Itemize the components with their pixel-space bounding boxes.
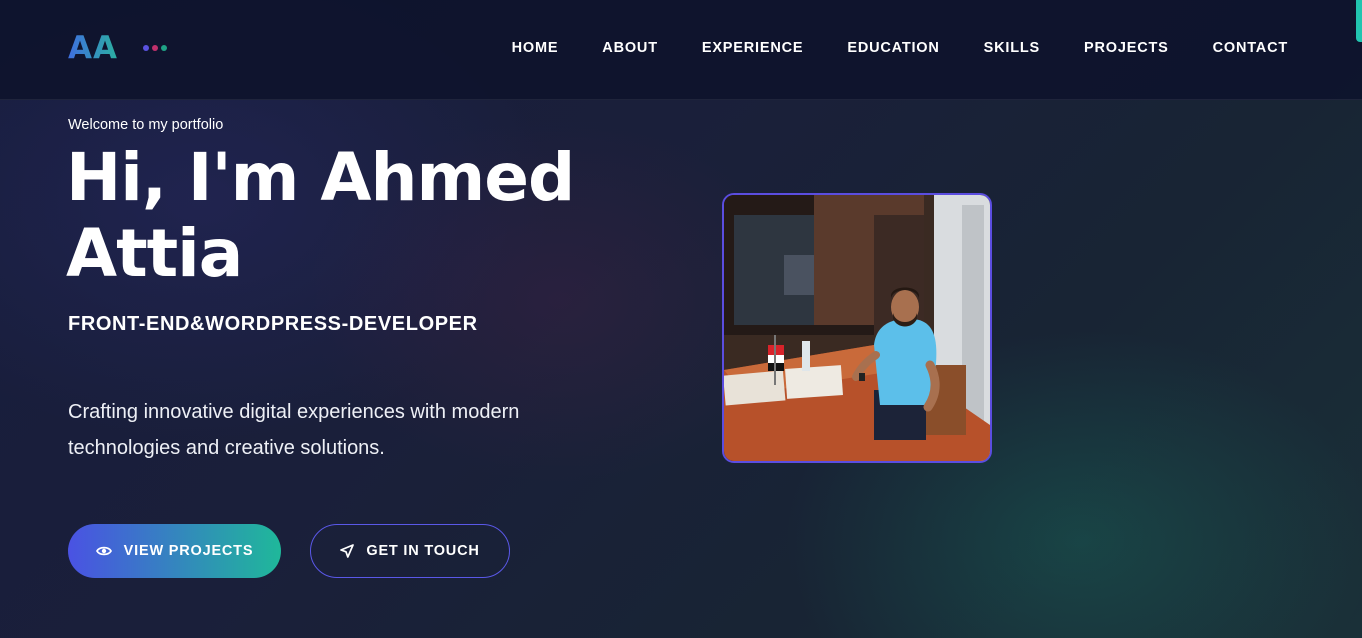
nav-projects[interactable]: PROJECTS: [1084, 40, 1169, 56]
welcome-text: Welcome to my portfolio: [68, 117, 224, 133]
hero-title: Hi, I'm Ahmed Attia: [66, 140, 666, 292]
nav-education[interactable]: EDUCATION: [847, 40, 939, 56]
get-in-touch-label: GET IN TOUCH: [366, 543, 480, 559]
nav-about[interactable]: ABOUT: [602, 40, 658, 56]
nav-home[interactable]: HOME: [512, 40, 559, 56]
hero-title-line1: Hi, I'm Ahmed: [66, 139, 575, 216]
main-nav: HOME ABOUT EXPERIENCE EDUCATION SKILLS P…: [512, 40, 1288, 56]
view-projects-button[interactable]: VIEW PROJECTS: [68, 524, 281, 578]
logo-dot: [143, 45, 149, 51]
nav-experience[interactable]: EXPERIENCE: [702, 40, 803, 56]
view-projects-label: VIEW PROJECTS: [123, 543, 254, 559]
site-header: AA HOME ABOUT EXPERIENCE EDUCATION SKILL…: [0, 0, 1362, 100]
eye-icon: [95, 546, 112, 556]
hero-title-line2: Attia: [66, 215, 243, 292]
logo-dot: [161, 45, 167, 51]
logo-dot: [152, 45, 158, 51]
hero-description-line1: Crafting innovative digital experiences …: [68, 401, 520, 423]
profile-photo: [722, 193, 992, 463]
hero-description-line2: technologies and creative solutions.: [68, 437, 385, 459]
hero-role: FRONT-END&WORDPRESS-DEVELOPER: [68, 313, 478, 335]
site-logo[interactable]: AA: [68, 30, 118, 66]
scroll-accent: [1356, 0, 1362, 42]
logo-dots: [143, 45, 167, 51]
hero-description: Crafting innovative digital experiences …: [68, 394, 588, 466]
profile-photo-image: [724, 195, 990, 461]
send-icon: [340, 544, 355, 558]
get-in-touch-button[interactable]: GET IN TOUCH: [310, 524, 510, 578]
nav-skills[interactable]: SKILLS: [984, 40, 1040, 56]
nav-contact[interactable]: CONTACT: [1213, 40, 1288, 56]
